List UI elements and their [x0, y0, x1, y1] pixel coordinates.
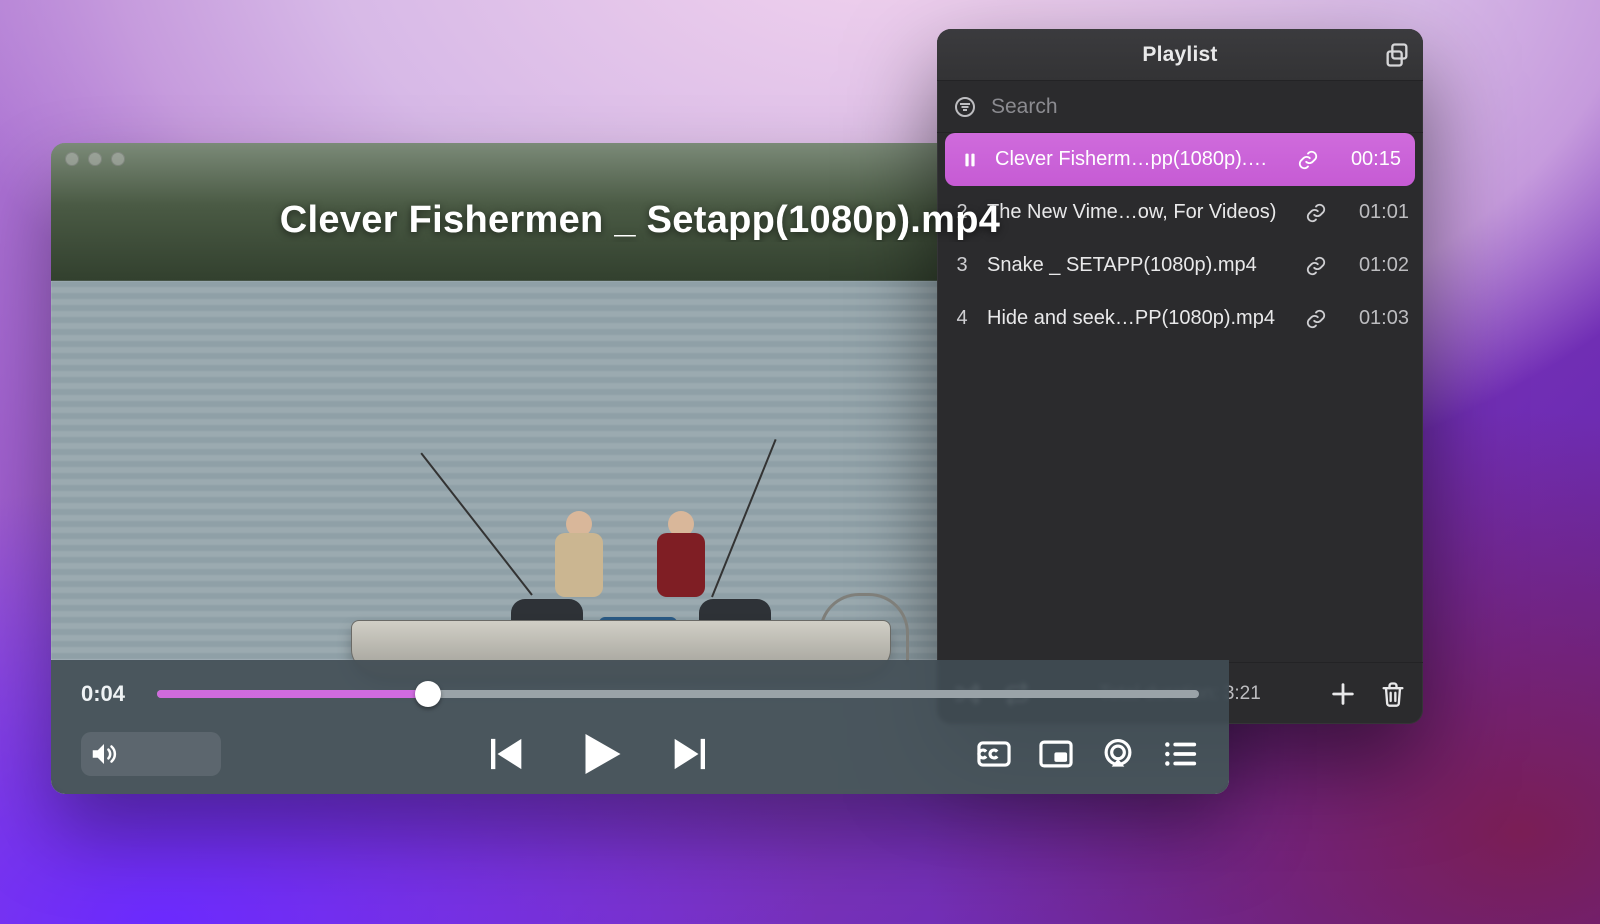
- playlist-item-duration: 01:02: [1341, 254, 1409, 277]
- seek-bar-knob[interactable]: [415, 681, 441, 707]
- delete-from-playlist-button[interactable]: [1379, 680, 1407, 708]
- playlist-item-duration: 01:01: [1341, 201, 1409, 224]
- playlist-button[interactable]: [1161, 735, 1199, 773]
- play-button[interactable]: [568, 724, 628, 784]
- playlist-item[interactable]: 4 Hide and seek…PP(1080p).mp4 01:03: [937, 292, 1423, 345]
- playlist-item-index: 3: [951, 254, 973, 277]
- video-title-overlay: Clever Fishermen _ Setapp(1080p).mp4: [51, 199, 1229, 242]
- playlist-item[interactable]: 3 Snake _ SETAPP(1080p).mp4 01:02: [937, 239, 1423, 292]
- link-icon: [1305, 255, 1327, 277]
- link-icon: [1297, 149, 1319, 171]
- volume-control[interactable]: [81, 732, 221, 776]
- previous-track-button[interactable]: [478, 728, 530, 780]
- link-icon: [1305, 202, 1327, 224]
- detach-playlist-button[interactable]: [1383, 41, 1411, 69]
- airplay-button[interactable]: [1099, 735, 1137, 773]
- playlist-item-duration: 00:15: [1333, 148, 1401, 171]
- filter-icon[interactable]: [953, 95, 977, 119]
- playlist-item-name: Snake _ SETAPP(1080p).mp4: [987, 254, 1291, 277]
- window-zoom-button[interactable]: [111, 152, 125, 166]
- link-icon: [1305, 308, 1327, 330]
- seek-bar-fill: [157, 690, 428, 698]
- picture-in-picture-button[interactable]: [1037, 735, 1075, 773]
- playlist-title: Playlist: [1142, 43, 1217, 67]
- seek-bar[interactable]: [157, 690, 1199, 698]
- playlist-header: Playlist: [937, 29, 1423, 81]
- window-minimize-button[interactable]: [88, 152, 102, 166]
- playlist-item-duration: 01:03: [1341, 307, 1409, 330]
- playlist-search-input[interactable]: [991, 95, 1407, 119]
- next-track-button[interactable]: [666, 728, 718, 780]
- volume-icon[interactable]: [89, 739, 119, 769]
- window-titlebar: [51, 143, 1229, 175]
- playlist-item-name: Hide and seek…PP(1080p).mp4: [987, 307, 1291, 330]
- subtitles-button[interactable]: [975, 735, 1013, 773]
- playlist-search-row: [937, 81, 1423, 133]
- playlist-panel: Playlist Clever Fisherm…pp(1080p).mp400:…: [937, 29, 1423, 724]
- window-close-button[interactable]: [65, 152, 79, 166]
- current-time-label: 0:04: [81, 681, 139, 707]
- playlist-item-index: 4: [951, 307, 973, 330]
- player-controls: 0:04: [51, 660, 1229, 794]
- add-to-playlist-button[interactable]: [1329, 680, 1357, 708]
